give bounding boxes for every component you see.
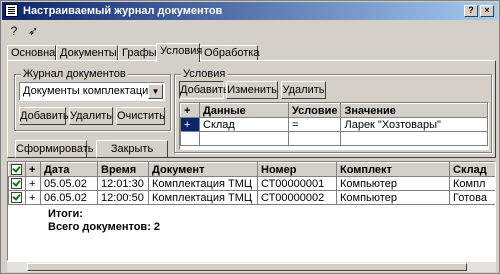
chevron-down-icon[interactable]: ▼ xyxy=(148,84,163,99)
cell-data[interactable]: Склад xyxy=(199,117,289,132)
row-plus: + xyxy=(25,176,41,191)
cell-warehouse[interactable]: Готова xyxy=(449,190,495,205)
journal-icon xyxy=(5,4,18,17)
col-check xyxy=(8,162,26,177)
journal-clear-button[interactable]: Очистить xyxy=(116,107,165,125)
condition-edit-button[interactable]: Изменить xyxy=(226,81,278,99)
results-header-row: + Дата Время Документ Номер Комплект Скл… xyxy=(8,162,495,177)
cell-time[interactable]: 12:01:30 xyxy=(97,176,149,191)
condition-delete-button[interactable]: Удалить xyxy=(281,81,326,99)
journal-delete-button[interactable]: Удалить xyxy=(69,107,113,125)
col-document: Документ xyxy=(148,162,258,177)
conditions-group: Условия Добавить Изменить Удалить + Данн… xyxy=(174,68,492,153)
total-documents: Всего документов: 2 xyxy=(48,221,161,233)
journal-select[interactable]: Документы комплектации ▼ xyxy=(19,82,165,101)
results-table: + Дата Время Документ Номер Комплект Скл… xyxy=(7,161,496,261)
conditions-group-label: Условия xyxy=(181,68,228,80)
row-check[interactable] xyxy=(8,190,26,205)
cell-value[interactable]: Ларек "Хозтовары" xyxy=(340,117,488,132)
close-title-button[interactable]: × xyxy=(480,5,494,17)
cell-number[interactable]: СТ00000001 xyxy=(257,176,337,191)
help-icon[interactable]: ? xyxy=(6,23,22,39)
help-title-button[interactable]: ? xyxy=(464,5,478,17)
tab-columns[interactable]: Графы xyxy=(118,45,158,61)
cell-date[interactable]: 06.05.02 xyxy=(40,190,98,205)
row-marker: + xyxy=(180,117,200,132)
checkbox-icon[interactable] xyxy=(11,178,22,190)
cell-document[interactable]: Комплектация ТМЦ xyxy=(148,176,258,191)
cell-date[interactable]: 05.05.02 xyxy=(40,176,98,191)
cell-kit[interactable]: Компьютер xyxy=(336,190,450,205)
conditions-header-row: + Данные Условие Значение xyxy=(180,103,488,118)
window-title: Настраиваемый журнал документов xyxy=(23,5,223,17)
col-plus: + xyxy=(25,162,41,177)
tab-main[interactable]: Основная xyxy=(7,45,61,61)
pointer-help-icon[interactable]: ➶ xyxy=(25,23,41,39)
journal-select-value: Документы комплектации xyxy=(23,85,155,97)
col-marker: + xyxy=(180,103,200,118)
cell-kit[interactable]: Компьютер xyxy=(336,176,450,191)
col-data: Данные xyxy=(199,103,289,118)
checkbox-icon[interactable] xyxy=(11,164,22,176)
tab-processing[interactable]: Обработка xyxy=(200,45,259,61)
journal-add-button[interactable]: Добавить xyxy=(19,107,69,125)
cell-number[interactable]: СТ00000002 xyxy=(257,190,337,205)
totals-label: Итоги: xyxy=(48,208,83,220)
tab-documents[interactable]: Документы xyxy=(56,45,118,61)
condition-add-button[interactable]: Добавить xyxy=(179,81,229,99)
journal-group-label: Журнал документов xyxy=(21,68,128,80)
form-button[interactable]: Сформировать xyxy=(15,140,94,158)
col-time: Время xyxy=(97,162,149,177)
cell-time[interactable]: 12:00:50 xyxy=(97,190,149,205)
title-bar: Настраиваемый журнал документов ? × xyxy=(2,2,498,20)
cell-condition[interactable]: = xyxy=(287,117,342,132)
cell-warehouse[interactable]: Компл xyxy=(449,176,495,191)
col-condition: Условие xyxy=(287,103,342,118)
row-check[interactable] xyxy=(8,176,26,191)
horizontal-scrollbar[interactable] xyxy=(7,261,496,272)
journal-group: Журнал документов Документы комплектации… xyxy=(14,68,171,131)
cell-document[interactable]: Комплектация ТМЦ xyxy=(148,190,258,205)
close-button[interactable]: Закрыть xyxy=(96,140,168,158)
scroll-thumb[interactable] xyxy=(27,263,467,271)
table-row[interactable]: + 06.05.02 12:00:50 Комплектация ТМЦ СТ0… xyxy=(8,190,495,205)
col-warehouse: Склад xyxy=(449,162,495,177)
col-kit: Комплект xyxy=(336,162,450,177)
table-row[interactable]: + 05.05.02 12:01:30 Комплектация ТМЦ СТ0… xyxy=(8,176,495,191)
conditions-table: + Данные Условие Значение + Склад = Ларе… xyxy=(179,102,489,150)
col-value: Значение xyxy=(340,103,488,118)
tab-conditions[interactable]: Условия xyxy=(156,43,202,62)
col-date: Дата xyxy=(40,162,98,177)
main-window: Настраиваемый журнал документов ? × ? ➶ … xyxy=(0,0,500,274)
col-number: Номер xyxy=(257,162,337,177)
row-plus: + xyxy=(25,190,41,205)
conditions-tab-panel: Журнал документов Документы комплектации… xyxy=(7,60,496,158)
table-row[interactable]: + Склад = Ларек "Хозтовары" xyxy=(180,117,488,132)
checkbox-icon[interactable] xyxy=(11,192,22,204)
